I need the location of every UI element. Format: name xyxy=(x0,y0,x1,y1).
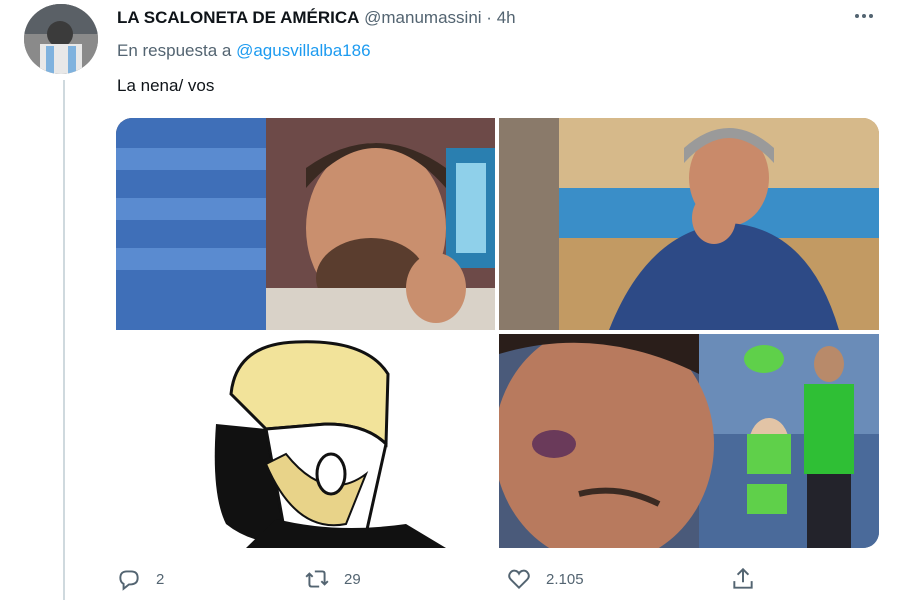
reply-prefix: En respuesta a xyxy=(117,41,232,60)
avatar[interactable] xyxy=(24,4,98,74)
heart-icon xyxy=(508,569,530,590)
retweet-count: 29 xyxy=(344,570,361,588)
user-handle[interactable]: @manumassini xyxy=(364,8,481,27)
like-button[interactable]: 2.105 xyxy=(506,566,584,592)
photo-man-laughing-phone[interactable] xyxy=(116,118,495,330)
tweet-actions: 2 29 2.105 xyxy=(110,566,870,596)
photo-man-crying-and-dancers[interactable] xyxy=(499,334,879,548)
separator-dot: · xyxy=(486,8,492,27)
reply-context: En respuesta a @agusvillalba186 xyxy=(117,41,371,61)
reply-button[interactable]: 2 xyxy=(116,566,164,592)
more-options-icon[interactable] xyxy=(851,6,877,26)
like-count: 2.105 xyxy=(546,570,584,588)
retweet-icon xyxy=(305,570,329,588)
thread-line xyxy=(63,80,65,600)
tweet-header: LA SCALONETA DE AMÉRICA @manumassini · 4… xyxy=(117,8,516,28)
retweet-button[interactable]: 29 xyxy=(304,566,361,592)
timestamp[interactable]: 4h xyxy=(497,8,516,27)
reply-mention-link[interactable]: @agusvillalba186 xyxy=(236,41,370,60)
display-name[interactable]: LA SCALONETA DE AMÉRICA xyxy=(117,8,359,27)
photo-man-grey-hair-laughing[interactable] xyxy=(499,118,879,330)
media-grid xyxy=(116,118,879,548)
share-icon xyxy=(733,567,753,589)
tweet-text: La nena/ vos xyxy=(117,76,215,95)
share-button[interactable] xyxy=(730,566,770,592)
reply-count: 2 xyxy=(156,570,165,588)
reply-icon xyxy=(119,570,139,591)
photo-yes-chad-meme[interactable] xyxy=(116,334,495,548)
